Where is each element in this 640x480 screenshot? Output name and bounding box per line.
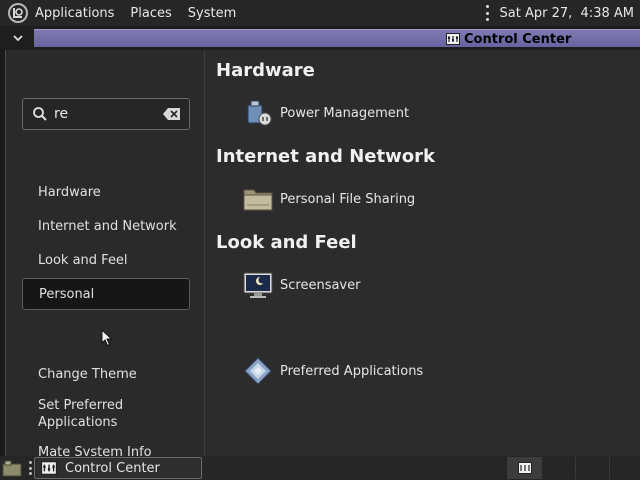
applications-menu[interactable]: Applications [35,6,122,21]
sidebar: re Hardware Internet and Network Look an… [6,50,205,460]
search-input[interactable]: re [54,106,163,122]
mate-logo-icon[interactable] [7,2,29,24]
workspace-1[interactable] [507,457,541,479]
workspace-2[interactable] [541,457,575,479]
task-change-theme[interactable]: Change Theme [38,366,137,383]
applet-screensaver[interactable]: Screensaver [242,269,360,301]
search-field[interactable]: re [22,98,190,130]
panel-handle-icon[interactable] [486,5,490,21]
titlebar-strip[interactable]: Control Center [34,29,640,47]
taskbar-item-control-center[interactable]: Control Center [34,457,202,479]
sidebar-item-hardware[interactable]: Hardware [22,176,190,208]
window-menu-chevron-icon[interactable] [10,30,26,46]
sidebar-item-internet-and-network[interactable]: Internet and Network [22,210,190,242]
clear-search-icon[interactable] [163,107,181,121]
applet-personal-file-sharing[interactable]: Personal File Sharing [242,183,415,215]
applets-area: Hardware Power Management Internet and N… [206,50,640,456]
applet-power-management[interactable]: Power Management [242,97,409,129]
bottom-panel: Control Center [0,456,640,480]
folder-share-icon [243,189,273,211]
clock[interactable]: Sat Apr 27, 4:38 AM [500,6,634,21]
sidebar-item-label: Personal [39,286,95,302]
sidebar-item-label: Internet and Network [38,218,177,234]
screensaver-icon [243,272,273,298]
power-management-icon [247,100,272,126]
workspace-3[interactable] [575,457,609,479]
control-center-icon [518,462,532,474]
section-title-look-and-feel: Look and Feel [216,232,357,253]
window-title-text: Control Center [464,31,572,47]
applet-label: Preferred Applications [280,363,424,379]
control-center-icon [41,461,57,475]
workspace-4[interactable] [609,457,640,479]
applet-label: Power Management [280,105,410,121]
taskbar-handle-icon[interactable] [28,461,32,475]
search-icon [33,107,47,121]
show-desktop-icon[interactable] [2,459,22,477]
places-menu[interactable]: Places [130,6,179,21]
top-panel-right: Sat Apr 27, 4:38 AM [486,0,634,26]
task-set-preferred-applications[interactable]: Set Preferred Applications [38,397,148,431]
control-center-window: re Hardware Internet and Network Look an… [5,50,640,460]
sidebar-item-label: Hardware [38,184,101,200]
preferred-applications-icon [244,357,272,385]
sidebar-item-look-and-feel[interactable]: Look and Feel [22,244,190,276]
window-titlebar: Control Center [0,26,640,50]
window-title: Control Center [446,30,571,48]
sidebar-item-personal[interactable]: Personal [22,278,190,310]
applet-label: Screensaver [280,277,361,293]
control-center-icon [446,33,460,45]
section-title-hardware: Hardware [216,60,315,81]
taskbar-item-label: Control Center [65,460,160,476]
applet-preferred-applications[interactable]: Preferred Applications [242,355,423,387]
top-panel: Applications Places System Sat Apr 27, 4… [0,0,640,26]
sidebar-item-label: Look and Feel [38,252,128,268]
mouse-pointer-icon [101,329,113,347]
system-menu[interactable]: System [188,6,244,21]
section-title-internet-and-network: Internet and Network [216,146,435,167]
applet-label: Personal File Sharing [280,191,416,207]
